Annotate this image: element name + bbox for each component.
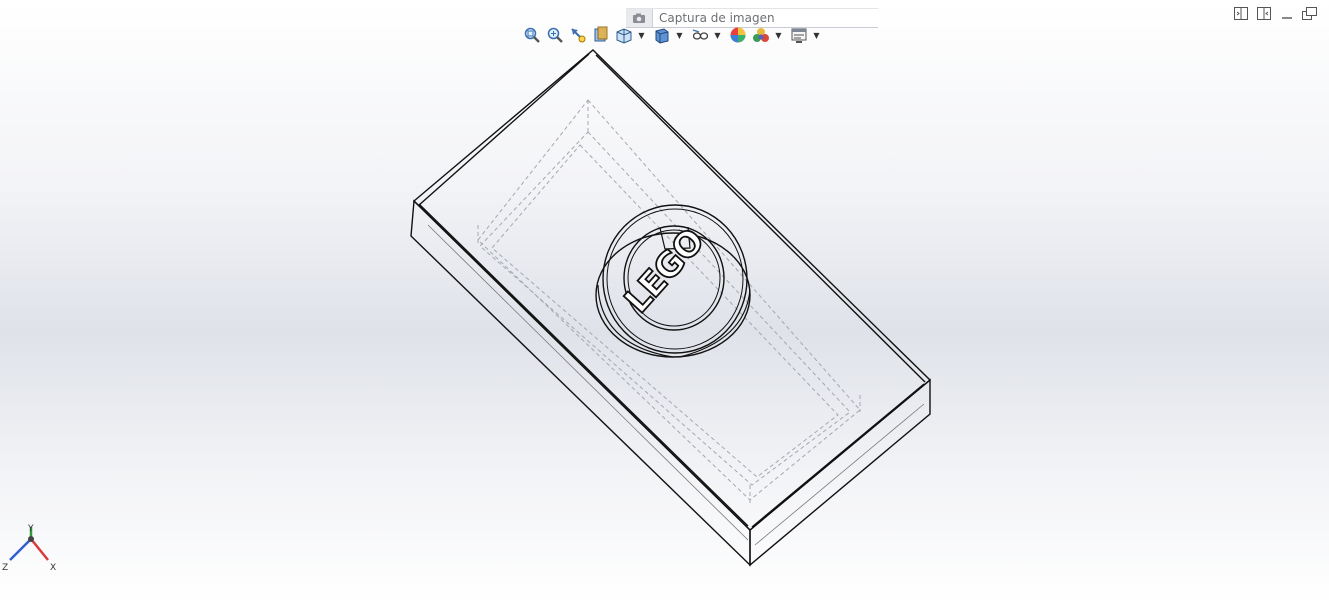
restore-icon[interactable] <box>1302 6 1317 21</box>
section-view-icon[interactable] <box>591 25 611 45</box>
y-axis-label: Y <box>27 524 34 534</box>
display-style-icon[interactable] <box>652 25 672 45</box>
apply-scene-dropdown[interactable]: ▼ <box>774 25 783 45</box>
view-settings-dropdown[interactable]: ▼ <box>812 25 821 45</box>
hide-show-dropdown[interactable]: ▼ <box>713 25 722 45</box>
zoom-to-area-icon[interactable] <box>545 25 565 45</box>
z-axis <box>9 538 32 561</box>
hide-show-items-icon[interactable] <box>690 25 710 45</box>
model-view[interactable]: LEGO <box>0 0 1329 603</box>
view-settings-icon[interactable] <box>789 25 809 45</box>
slab-outline <box>410 49 932 567</box>
triad-origin <box>28 536 34 542</box>
edit-appearance-icon[interactable] <box>728 25 748 45</box>
heads-up-view-toolbar: ▼ ▼ ▼ ▼ ▼ <box>522 25 824 45</box>
split-horizontal-icon[interactable] <box>1233 6 1248 21</box>
x-axis <box>30 538 49 561</box>
view-orientation-dropdown[interactable]: ▼ <box>637 25 646 45</box>
zoom-to-fit-icon[interactable] <box>522 25 542 45</box>
previous-view-icon[interactable] <box>568 25 588 45</box>
window-controls <box>1233 6 1317 21</box>
x-axis-label: X <box>50 563 56 573</box>
logo-text: LEGO <box>617 222 712 321</box>
hidden-lines <box>477 99 861 505</box>
minimize-icon[interactable] <box>1279 6 1294 21</box>
split-vertical-icon[interactable] <box>1256 6 1271 21</box>
view-orientation-icon[interactable] <box>614 25 634 45</box>
z-axis-label: Z <box>2 563 8 573</box>
reference-triad: Y X Z <box>2 524 56 573</box>
apply-scene-icon[interactable] <box>751 25 771 45</box>
caption-placeholder: Captura de imagen <box>659 11 775 25</box>
display-style-dropdown[interactable]: ▼ <box>675 25 684 45</box>
